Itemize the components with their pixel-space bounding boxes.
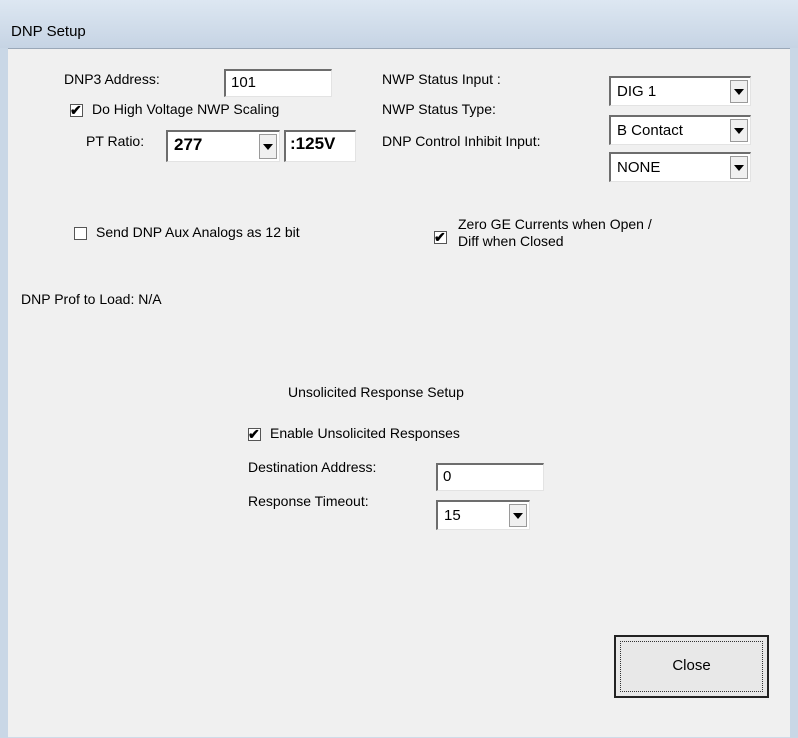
- pt-ratio-label: PT Ratio:: [86, 133, 145, 149]
- checkmark-icon: ✔: [248, 426, 260, 442]
- window-title: DNP Setup: [11, 23, 86, 40]
- pt-ratio-value: 277: [174, 135, 203, 154]
- window-frame-right: [790, 48, 798, 738]
- pt-ratio-suffix-field: :125V: [284, 130, 356, 162]
- control-inhibit-select[interactable]: NONE: [609, 152, 751, 182]
- window-frame-left: [0, 48, 8, 738]
- nwp-status-type-select[interactable]: B Contact: [609, 115, 751, 145]
- high-voltage-scaling-label: Do High Voltage NWP Scaling: [92, 101, 280, 117]
- nwp-status-input-value: DIG 1: [617, 83, 657, 100]
- nwp-status-input-label: NWP Status Input :: [382, 71, 501, 87]
- chevron-down-icon[interactable]: [259, 134, 277, 159]
- title-bar[interactable]: DNP Setup: [0, 0, 798, 48]
- nwp-status-type-value: B Contact: [617, 122, 683, 139]
- prof-to-load-text: DNP Prof to Load: N/A: [21, 291, 162, 307]
- dnp3-address-input[interactable]: 101: [224, 69, 332, 97]
- zero-ge-currents-label-line1: Zero GE Currents when Open /: [458, 216, 652, 232]
- aux-analogs-checkbox[interactable]: [74, 227, 87, 240]
- aux-analogs-label: Send DNP Aux Analogs as 12 bit: [96, 224, 300, 240]
- enable-unsolicited-label: Enable Unsolicited Responses: [270, 425, 460, 441]
- control-inhibit-label: DNP Control Inhibit Input:: [382, 133, 541, 149]
- destination-address-input[interactable]: 0: [436, 463, 544, 491]
- nwp-status-input-select[interactable]: DIG 1: [609, 76, 751, 106]
- checkmark-icon: ✔: [434, 229, 446, 245]
- chevron-down-icon[interactable]: [730, 80, 748, 103]
- response-timeout-select[interactable]: 15: [436, 500, 530, 530]
- high-voltage-scaling-checkbox[interactable]: ✔: [70, 102, 83, 118]
- close-button[interactable]: Close: [614, 635, 769, 698]
- zero-ge-currents-checkbox[interactable]: ✔: [434, 229, 447, 245]
- chevron-down-icon[interactable]: [509, 504, 527, 527]
- dialog-client-area: DNP3 Address: 101 NWP Status Input : DIG…: [8, 48, 790, 737]
- response-timeout-label: Response Timeout:: [248, 493, 369, 509]
- nwp-status-type-label: NWP Status Type:: [382, 101, 496, 117]
- checkmark-icon: ✔: [70, 102, 82, 118]
- chevron-down-icon[interactable]: [730, 156, 748, 179]
- destination-address-label: Destination Address:: [248, 459, 377, 475]
- zero-ge-currents-label-line2: Diff when Closed: [458, 233, 564, 249]
- response-timeout-value: 15: [444, 507, 461, 524]
- control-inhibit-value: NONE: [617, 159, 661, 176]
- focus-ring: [620, 641, 763, 692]
- unsolicited-heading: Unsolicited Response Setup: [288, 384, 464, 400]
- dnp3-address-label: DNP3 Address:: [64, 71, 160, 87]
- pt-ratio-select[interactable]: 277: [166, 130, 280, 162]
- enable-unsolicited-checkbox[interactable]: ✔: [248, 426, 261, 442]
- chevron-down-icon[interactable]: [730, 119, 748, 142]
